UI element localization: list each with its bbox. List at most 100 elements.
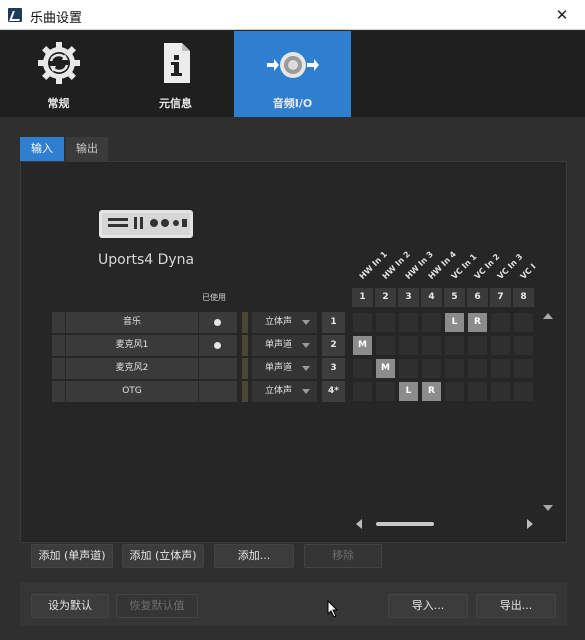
routing-cell[interactable]	[513, 335, 534, 356]
routing-cell[interactable]: R	[421, 381, 442, 402]
channel-name[interactable]: 麦克风2	[66, 358, 198, 379]
row-divider	[242, 312, 248, 333]
set-default-button[interactable]: 设为默认	[31, 594, 109, 618]
routing-cell[interactable]	[352, 312, 373, 333]
routing-cell[interactable]	[421, 335, 442, 356]
routing-cell[interactable]	[467, 381, 488, 402]
channel-mode-select[interactable]: 立体声	[252, 312, 317, 333]
channel-mode-label: 立体声	[265, 386, 293, 396]
channel-mode-label: 单声道	[265, 363, 293, 373]
routing-cell[interactable]	[490, 381, 511, 402]
scroll-right-icon[interactable]	[527, 519, 533, 529]
channel-number: 3	[322, 358, 345, 379]
routing-cell[interactable]	[513, 381, 534, 402]
audio-io-icon	[266, 52, 319, 78]
routing-cell[interactable]	[444, 358, 465, 379]
routing-cell[interactable]	[490, 358, 511, 379]
channel-name[interactable]: OTG	[66, 381, 198, 402]
routing-cell[interactable]	[352, 358, 373, 379]
channel-number: 2	[322, 335, 345, 356]
scroll-down-icon[interactable]	[543, 505, 553, 511]
window-titlebar: 乐曲设置 ✕	[0, 0, 585, 30]
routing-cell[interactable]: M	[375, 358, 396, 379]
export-button[interactable]: 导出...	[476, 594, 556, 618]
routing-cell[interactable]: R	[467, 312, 488, 333]
used-indicator	[214, 342, 221, 349]
add-stereo-button[interactable]: 添加 (立体声)	[122, 544, 204, 568]
channel-number-header: 8	[513, 288, 534, 307]
routing-cell[interactable]	[398, 312, 419, 333]
window-title: 乐曲设置	[30, 11, 83, 26]
routing-cell[interactable]: M	[352, 335, 373, 356]
nav-audio-io[interactable]: 音频I/O	[234, 31, 351, 117]
settings-nav: 常规 元信息 音频I/O	[0, 31, 585, 117]
used-indicator	[214, 319, 221, 326]
routing-cell[interactable]	[490, 312, 511, 333]
nav-general[interactable]: 常规	[0, 31, 117, 117]
row-divider	[242, 335, 248, 356]
used-cell	[199, 335, 237, 356]
chevron-down-icon	[302, 389, 310, 394]
chevron-down-icon	[302, 343, 310, 348]
document-info-icon	[163, 43, 190, 83]
channel-number-header: 4	[421, 288, 442, 307]
tab-input[interactable]: 输入	[20, 137, 64, 161]
routing-cell[interactable]	[513, 358, 534, 379]
restore-default-button[interactable]: 恢复默认值	[116, 594, 198, 618]
channel-name[interactable]: 麦克风1	[66, 335, 198, 356]
channel-mode-select[interactable]: 立体声	[252, 381, 317, 402]
add-button[interactable]: 添加...	[214, 544, 294, 568]
routing-cell[interactable]: L	[444, 312, 465, 333]
channel-number-header: 2	[375, 288, 396, 307]
channel-number-header: 3	[398, 288, 419, 307]
routing-cell[interactable]	[352, 381, 373, 402]
channel-number-header: 5	[444, 288, 465, 307]
import-button[interactable]: 导入...	[388, 594, 468, 618]
routing-cell[interactable]	[375, 381, 396, 402]
tab-output[interactable]: 输出	[66, 137, 108, 161]
routing-cell[interactable]	[375, 335, 396, 356]
used-cell	[199, 358, 237, 379]
routing-cell[interactable]: L	[398, 381, 419, 402]
row-handle[interactable]	[52, 312, 65, 333]
scroll-left-icon[interactable]	[356, 519, 362, 529]
routing-cell[interactable]	[490, 335, 511, 356]
routing-cell[interactable]	[444, 335, 465, 356]
app-logo-icon	[8, 8, 22, 22]
channel-mode-select[interactable]: 单声道	[252, 358, 317, 379]
row-handle[interactable]	[52, 381, 65, 402]
channel-number-header: 6	[467, 288, 488, 307]
routing-cell[interactable]	[513, 312, 534, 333]
scroll-up-icon[interactable]	[543, 313, 553, 319]
row-handle[interactable]	[52, 335, 65, 356]
channel-mode-label: 单声道	[265, 340, 293, 350]
add-mono-button[interactable]: 添加 (单声道)	[31, 544, 113, 568]
chevron-down-icon	[302, 366, 310, 371]
routing-cell[interactable]	[421, 358, 442, 379]
used-column-header: 已使用	[202, 293, 226, 302]
routing-cell[interactable]	[398, 358, 419, 379]
row-handle[interactable]	[52, 358, 65, 379]
horizontal-scroll-thumb[interactable]	[376, 522, 434, 526]
channel-mode-label: 立体声	[265, 317, 293, 327]
nav-meta-info-label: 元信息	[159, 97, 192, 110]
nav-meta-info[interactable]: 元信息	[117, 31, 234, 117]
remove-button[interactable]: 移除	[304, 544, 382, 568]
used-cell	[199, 312, 237, 333]
device-name: Uports4 Dyna	[98, 252, 195, 268]
gear-icon	[37, 42, 80, 84]
chevron-down-icon	[302, 320, 310, 325]
used-cell	[199, 381, 237, 402]
channel-number-header: 7	[490, 288, 511, 307]
routing-cell[interactable]	[398, 335, 419, 356]
routing-cell[interactable]	[421, 312, 442, 333]
routing-cell[interactable]	[375, 312, 396, 333]
channel-mode-select[interactable]: 单声道	[252, 335, 317, 356]
routing-cell[interactable]	[444, 381, 465, 402]
channel-name[interactable]: 音乐	[66, 312, 198, 333]
channel-number-header: 1	[352, 288, 373, 307]
close-button[interactable]: ✕	[539, 0, 585, 30]
routing-cell[interactable]	[467, 358, 488, 379]
row-divider	[242, 358, 248, 379]
routing-cell[interactable]	[467, 335, 488, 356]
